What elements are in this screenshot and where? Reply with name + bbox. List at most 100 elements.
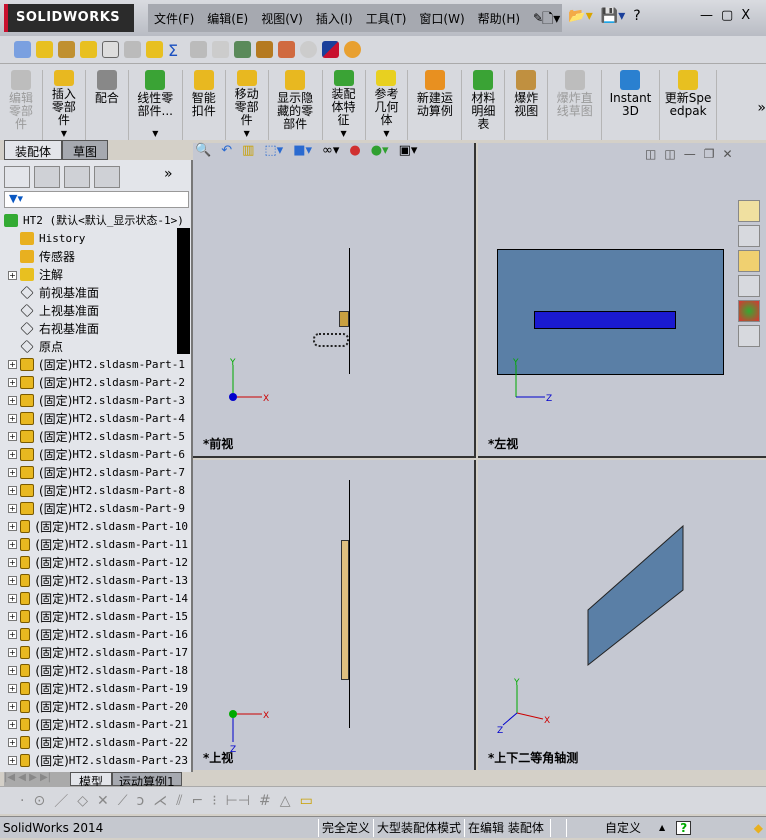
zoom-to-fit-icon[interactable]: 🔍	[195, 143, 211, 158]
expand-icon[interactable]: +	[8, 755, 17, 765]
tree-part[interactable]: + (固定) HT2.sldasm-Part-1	[0, 355, 188, 373]
realview-icon[interactable]	[344, 41, 361, 58]
view-settings-icon[interactable]: ▣▾	[399, 143, 418, 158]
check-icon[interactable]	[146, 41, 163, 58]
custom-properties-icon[interactable]	[738, 325, 760, 347]
viewport-next-icon[interactable]: ◫	[664, 147, 675, 161]
dropdown-arrow-icon[interactable]: ▼	[61, 127, 67, 140]
cmd-button-8[interactable]: 参考几何体 ▼	[366, 70, 409, 140]
expand-icon[interactable]: +	[8, 485, 17, 495]
equations-icon[interactable]: Σ	[168, 41, 185, 60]
cmd-button-14[interactable]: 更新Speedpak	[660, 70, 718, 140]
line-icon[interactable]: ／	[54, 791, 68, 811]
expand-icon[interactable]: +	[8, 413, 17, 423]
appearance-icon[interactable]: ●	[349, 143, 360, 158]
cmd-button-12[interactable]: 爆炸直线草图	[548, 70, 603, 140]
view-orientation-icon[interactable]: ⬚▾	[264, 143, 283, 158]
feature-tree-icon[interactable]	[4, 166, 30, 188]
tree-part[interactable]: + (固定) HT2.sldasm-Part-20	[0, 697, 188, 715]
cmd-button-1[interactable]: 插入零部件 ▼	[43, 70, 86, 140]
new-doc-icon[interactable]: 🗋▾	[542, 8, 560, 32]
units-arrow-icon[interactable]: ▲	[656, 819, 668, 837]
hide-show-icon[interactable]: ∞▾	[322, 143, 339, 158]
tab-scroll-arrows[interactable]: |◀ ◀ ▶ ▶|	[4, 772, 70, 786]
section-properties-icon[interactable]	[80, 41, 97, 58]
dropdown-arrow-icon[interactable]: ▼	[244, 127, 250, 140]
tree-part[interactable]: + (固定) HT2.sldasm-Part-11	[0, 535, 188, 553]
menu-edit[interactable]: 编辑(E)	[207, 10, 248, 27]
tab-model[interactable]: 模型	[70, 772, 113, 789]
tree-part[interactable]: + (固定) HT2.sldasm-Part-6	[0, 445, 188, 463]
tree-part[interactable]: + (固定) HT2.sldasm-Part-16	[0, 625, 188, 643]
tree-part[interactable]: + (固定) HT2.sldasm-Part-7	[0, 463, 188, 481]
expand-icon[interactable]: +	[8, 629, 17, 639]
menu-insert[interactable]: 插入(I)	[316, 10, 353, 27]
tag-icon[interactable]: ◆	[751, 819, 766, 837]
tree-part[interactable]: + (固定) HT2.sldasm-Part-10	[0, 517, 188, 535]
close-button[interactable]: X	[741, 8, 750, 23]
viewport-front[interactable]: *前视	[193, 143, 476, 458]
tree-item[interactable]: 前视基准面	[0, 283, 188, 301]
expand-icon[interactable]: +	[8, 665, 17, 675]
corner-icon[interactable]: ⌐	[191, 793, 203, 809]
cmd-button-5[interactable]: 移动零部件 ▼	[226, 70, 269, 140]
file-explorer-icon[interactable]	[738, 250, 760, 272]
dropdown-arrow-icon[interactable]: ▼	[383, 127, 389, 140]
tree-part[interactable]: + (固定) HT2.sldasm-Part-23	[0, 751, 188, 769]
tab-sketch[interactable]: 草图	[62, 140, 109, 160]
cmd-button-10[interactable]: 材料明细表	[462, 70, 506, 140]
tree-part[interactable]: + (固定) HT2.sldasm-Part-2	[0, 373, 188, 391]
expand-icon[interactable]: +	[8, 359, 17, 369]
more-commands-icon[interactable]: »	[757, 100, 766, 140]
cmd-button-6[interactable]: 显示隐藏的零部件	[269, 70, 323, 140]
tree-item[interactable]: 原点	[0, 337, 188, 355]
expand-icon[interactable]: +	[8, 449, 17, 459]
expand-icon[interactable]: +	[8, 557, 17, 567]
tree-part[interactable]: + (固定) HT2.sldasm-Part-14	[0, 589, 188, 607]
cmd-button-13[interactable]: Instant3D	[602, 70, 660, 140]
property-manager-icon[interactable]	[34, 166, 60, 188]
tree-part[interactable]: + (固定) HT2.sldasm-Part-5	[0, 427, 188, 445]
measure-icon[interactable]	[36, 41, 53, 58]
design-library-icon[interactable]	[738, 225, 760, 247]
tree-part[interactable]: + (固定) HT2.sldasm-Part-9	[0, 499, 188, 517]
help-status-icon[interactable]: ?	[676, 820, 692, 835]
relation-icon[interactable]: △	[280, 793, 291, 809]
cmd-button-2[interactable]: 配合	[86, 70, 129, 140]
viewport-prev-icon[interactable]: ◫	[645, 147, 656, 161]
dimension-icon[interactable]: ⊢⊣	[226, 793, 250, 809]
expand-icon[interactable]: +	[8, 647, 17, 657]
dropdown-arrow-icon[interactable]: ▼	[152, 127, 158, 140]
viewport-close-button[interactable]: ✕	[722, 147, 732, 161]
verify-icon[interactable]	[300, 41, 317, 58]
home-icon[interactable]	[738, 200, 760, 222]
tree-item[interactable]: 上视基准面	[0, 301, 188, 319]
view-palette-icon[interactable]	[738, 275, 760, 297]
cmd-button-9[interactable]: 新建运动算例	[408, 70, 463, 140]
tree-item[interactable]: History	[0, 229, 188, 247]
display-manager-icon[interactable]	[94, 166, 120, 188]
expand-icon[interactable]: +	[8, 539, 17, 549]
tree-item[interactable]: 右视基准面	[0, 319, 188, 337]
tree-part[interactable]: + (固定) HT2.sldasm-Part-19	[0, 679, 188, 697]
dropdown-arrow-icon[interactable]: ▼	[340, 127, 346, 140]
mass-properties-icon[interactable]	[58, 41, 75, 58]
scene-icon[interactable]: ●▾	[371, 143, 389, 158]
restore-button[interactable]: ▢	[721, 8, 733, 23]
viewport-restore-button[interactable]: ❐	[704, 147, 715, 161]
chamfer-icon[interactable]: ⋌	[153, 793, 167, 809]
tree-item[interactable]: 传感器	[0, 247, 188, 265]
expand-icon[interactable]: +	[8, 737, 17, 747]
expand-icon[interactable]: +	[8, 467, 17, 477]
expand-icon[interactable]: +	[8, 701, 17, 711]
polygon-icon[interactable]: ◇	[77, 793, 88, 809]
tab-assembly[interactable]: 装配体	[4, 140, 63, 160]
section-view-icon[interactable]: ▥	[242, 143, 254, 158]
filter-input[interactable]: ▼▾	[4, 191, 189, 208]
status-units[interactable]: 自定义	[566, 818, 656, 837]
tree-part[interactable]: + (固定) HT2.sldasm-Part-21	[0, 715, 188, 733]
expand-icon[interactable]: +	[8, 271, 17, 280]
menu-help[interactable]: 帮助(H)	[478, 10, 520, 27]
menu-window[interactable]: 窗口(W)	[419, 10, 464, 27]
previous-view-icon[interactable]: ↶	[221, 143, 232, 158]
